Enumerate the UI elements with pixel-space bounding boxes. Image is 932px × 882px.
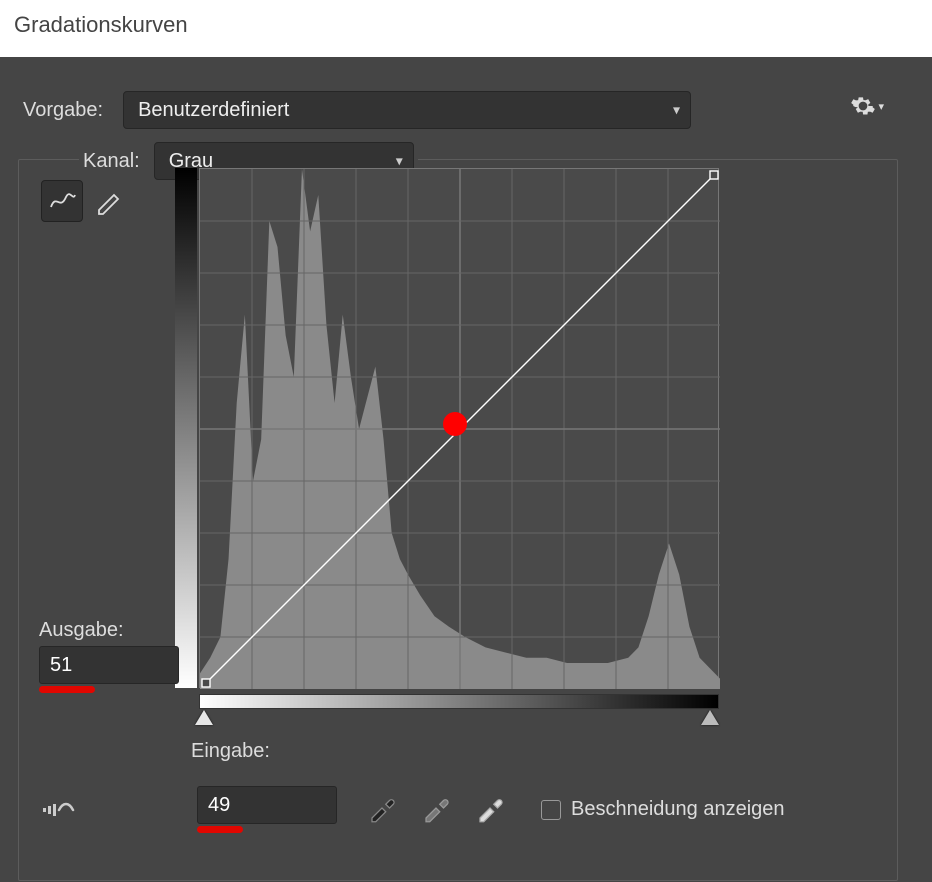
- gray-point-eyedropper[interactable]: [421, 793, 451, 827]
- clipping-label: Beschneidung anzeigen: [571, 798, 785, 821]
- chevron-down-icon: ▾: [396, 153, 403, 170]
- preset-select[interactable]: Benutzerdefiniert ▾: [123, 91, 691, 129]
- pencil-icon: [94, 187, 122, 215]
- curves-panel: Vorgabe: Benutzerdefiniert ▾ ▾ Kanal: Gr…: [0, 57, 932, 882]
- clipping-checkbox[interactable]: [541, 800, 561, 820]
- eyedropper-icon: [421, 793, 451, 823]
- curve-point-handle[interactable]: [443, 412, 467, 436]
- curves-fieldset: Kanal: Grau ▾: [18, 159, 898, 881]
- preset-menu-button[interactable]: ▾: [850, 93, 884, 119]
- annotation-underline: [39, 686, 95, 693]
- slider-black-handle[interactable]: [701, 710, 719, 725]
- slider-white-handle[interactable]: [195, 710, 213, 725]
- curves-graph[interactable]: [199, 168, 719, 688]
- output-label: Ausgabe:: [39, 619, 179, 642]
- pencil-tool-button[interactable]: [87, 180, 129, 222]
- black-point-eyedropper[interactable]: [367, 793, 397, 827]
- output-gradient: [175, 168, 197, 688]
- input-gradient: [199, 694, 719, 709]
- input-field[interactable]: [197, 786, 337, 824]
- caret-down-icon: ▾: [878, 100, 884, 113]
- output-field[interactable]: [39, 646, 179, 684]
- annotation-underline: [197, 826, 243, 833]
- eyedropper-icon: [475, 793, 505, 823]
- preset-value: Benutzerdefiniert: [138, 99, 289, 122]
- preset-label: Vorgabe:: [23, 99, 103, 122]
- auto-icon: [41, 796, 75, 824]
- window-title: Gradationskurven: [0, 0, 932, 63]
- auto-button[interactable]: [41, 796, 75, 824]
- gear-icon: [850, 93, 876, 119]
- input-label: Eingabe:: [191, 740, 270, 763]
- chevron-down-icon: ▾: [673, 102, 680, 119]
- curve-icon: [48, 187, 76, 215]
- channel-label: Kanal:: [83, 150, 140, 173]
- black-white-slider[interactable]: [199, 709, 719, 731]
- curves-overlay: [200, 169, 720, 689]
- curve-tool-button[interactable]: [41, 180, 83, 222]
- eyedropper-icon: [367, 793, 397, 823]
- white-point-eyedropper[interactable]: [475, 793, 505, 827]
